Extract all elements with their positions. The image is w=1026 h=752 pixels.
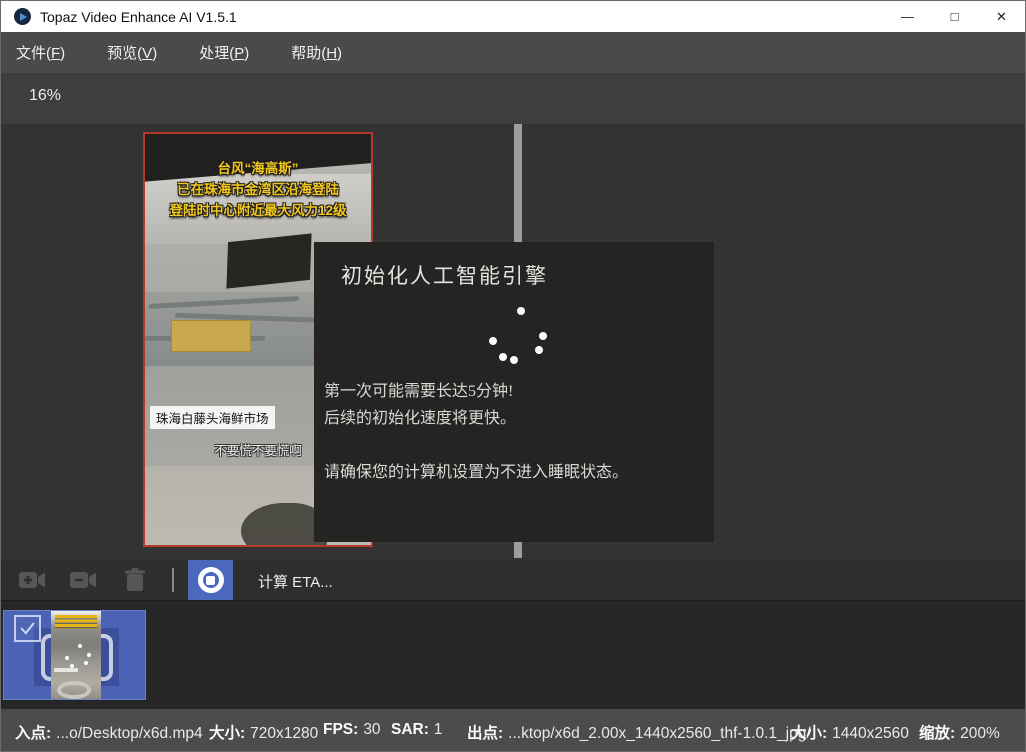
app-window: Topaz Video Enhance AI V1.5.1 — □ ✕ 文件(F… [0,0,1026,752]
remove-video-icon[interactable] [68,568,100,592]
thumbnail-image [51,611,101,700]
status-scale: 缩放:200% [919,721,1000,743]
main-area: 台风“海高斯” 已在珠海市金湾区沿海登陆 登陆时中心附近最大风力12级 珠海白藤… [1,124,1025,560]
process-toolbar: 计算 ETA... [1,560,1025,600]
thumbnail-checkbox[interactable] [14,615,41,642]
status-fps: FPS:30 [323,721,381,739]
toolbar-separator [172,568,174,592]
stop-processing-button[interactable] [188,560,233,600]
video-overlay-title: 台风“海高斯” 已在珠海市金湾区沿海登陆 登陆时中心附近最大风力12级 [145,158,371,221]
menu-help[interactable]: 帮助(H) [277,42,356,63]
status-input-size: 大小:720x1280 [209,721,318,743]
add-video-icon[interactable] [17,568,49,592]
playback-toolbar: 16% / 357 [ : ] [1,73,1025,124]
app-logo-icon [14,8,31,25]
stop-processing-icon [198,567,224,593]
status-input-path: 入点:...o/Desktop/x6d.mp4 [15,721,203,743]
menu-bar: 文件(F) 预览(V) 处理(P) 帮助(H) [1,32,1025,73]
maximize-button[interactable]: □ [931,1,978,32]
dialog-line-1: 第一次可能需要长达5分钟! [324,378,704,405]
zoom-level-label: 16% [29,87,61,105]
video-thumbnail-selected[interactable] [3,610,146,700]
menu-preview[interactable]: 预览(V) [93,42,171,63]
minimize-button[interactable]: — [884,1,931,32]
init-engine-dialog: 初始化人工智能引擎 第一次可能需要长达5分钟! 后续的初始化速度将更快。 请确保… [314,242,714,542]
status-output-path: 出点:...ktop/x6d_2.00x_1440x2560_thf-1.0.1… [467,721,811,743]
menu-file[interactable]: 文件(F) [2,42,79,63]
status-sar: SAR:1 [391,721,443,739]
eta-label: 计算 ETA... [258,571,333,592]
location-label: 珠海白藤头海鲜市场 [150,406,275,429]
dialog-line-3: 请确保您的计算机设置为不进入睡眠状态。 [324,459,704,486]
dialog-line-2: 后续的初始化速度将更快。 [324,405,704,432]
close-button[interactable]: ✕ [978,1,1025,32]
title-bar: Topaz Video Enhance AI V1.5.1 — □ ✕ [1,1,1025,32]
thumbnail-strip [1,600,1025,709]
status-bar: 入点:...o/Desktop/x6d.mp4 大小:720x1280 FPS:… [1,709,1025,752]
trash-icon[interactable] [123,567,147,593]
dialog-body: 第一次可能需要长达5分钟! 后续的初始化速度将更快。 请确保您的计算机设置为不进… [324,378,704,486]
status-output-size: 大小:1440x2560 [791,721,909,743]
menu-process[interactable]: 处理(P) [185,42,263,63]
window-controls: — □ ✕ [884,1,1025,32]
window-title: Topaz Video Enhance AI V1.5.1 [40,9,237,25]
flying-debris [226,233,311,288]
billboard [171,320,251,352]
